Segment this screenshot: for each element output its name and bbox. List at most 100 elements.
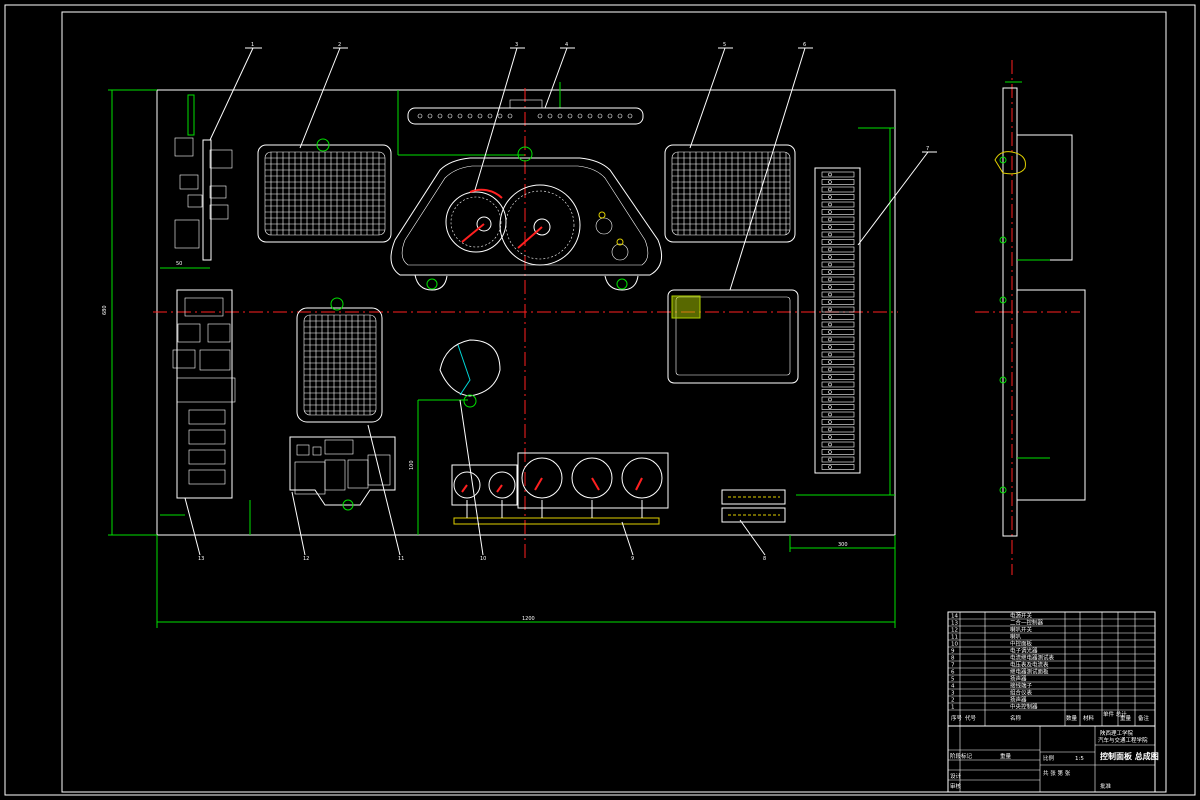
parts-row-name: 中央控制器 <box>1010 703 1038 711</box>
balloon-13: 13 <box>198 556 204 562</box>
balloon-12: 12 <box>303 556 309 562</box>
terminal-slot <box>821 404 855 410</box>
terminal-slot <box>821 179 855 185</box>
terminal-screw <box>828 292 832 297</box>
terminal-slot <box>821 366 855 373</box>
parts-row-name: 电压表及电流表 <box>1010 661 1049 669</box>
parts-row-name: 组合仪表 <box>1010 689 1033 697</box>
header-qty: 数量 <box>1066 714 1078 722</box>
terminal-screw <box>828 307 832 312</box>
terminal-slot <box>821 434 855 440</box>
parts-row-name: 扬声器 <box>1010 696 1027 704</box>
parts-row-name: 接线端子 <box>1010 682 1033 690</box>
stage-label: 阶段标记 <box>950 752 973 760</box>
parts-row-name: 电子调光器 <box>1010 647 1038 655</box>
terminal-slot <box>821 209 855 215</box>
scale-label: 比例 <box>1043 754 1055 762</box>
terminal-slot <box>821 194 855 200</box>
parts-row-name: 喇叭开关 <box>1010 626 1033 634</box>
terminal-slot <box>821 254 855 260</box>
terminal-screw <box>828 240 832 244</box>
balloon-8: 8 <box>763 556 766 562</box>
parts-row-name: 二合一控制器 <box>1010 619 1044 627</box>
design-label: 设计 <box>950 772 962 780</box>
dimmer-grille <box>296 297 383 423</box>
parts-row-no: 10 <box>951 642 958 648</box>
terminal-screw <box>828 397 832 402</box>
terminal-slot <box>821 329 855 335</box>
terminal-slot <box>821 336 855 343</box>
parts-row-no: 11 <box>951 635 958 641</box>
balloon-4: 4 <box>565 42 568 48</box>
dim-right-margin: 300 <box>838 542 848 548</box>
dim-overall-height: 680 <box>102 305 108 315</box>
terminal-screw <box>828 345 832 349</box>
parts-row-name: 中控面板 <box>1010 640 1033 648</box>
drawing-title: 控制面板 总成图 <box>1100 751 1159 761</box>
terminal-slot <box>821 426 855 433</box>
terminal-screw <box>828 330 832 334</box>
terminal-slot <box>821 314 855 320</box>
parts-row-no: 1 <box>951 705 955 711</box>
parts-row-name: 电流继电器测试表 <box>1010 654 1055 662</box>
terminal-slot <box>821 389 855 395</box>
terminal-screw <box>828 285 832 289</box>
terminal-slot <box>821 419 855 425</box>
terminal-screw <box>828 427 832 432</box>
terminal-screw <box>828 195 832 199</box>
terminal-block-small <box>721 489 786 523</box>
terminal-screw <box>828 352 832 357</box>
central-controller <box>174 94 233 261</box>
terminal-slot <box>821 374 855 380</box>
terminal-slot <box>821 216 855 223</box>
center-lines <box>153 60 1080 575</box>
balloon-labels: 1 2 3 4 5 6 7 8 9 10 11 12 13 <box>198 42 929 562</box>
weight-label: 重量 <box>1000 752 1012 760</box>
terminal-slot <box>821 224 855 230</box>
parts-row-no: 4 <box>951 684 955 690</box>
balloon-5: 5 <box>723 42 726 48</box>
terminal-slot <box>821 231 855 238</box>
terminal-screw <box>828 300 832 304</box>
dim-bottom-offset: 100 <box>409 460 415 470</box>
parts-row-name: 喇叭 <box>1010 633 1022 641</box>
terminal-screw <box>828 270 832 274</box>
balloon-1: 1 <box>251 42 254 48</box>
terminal-screw <box>828 180 832 184</box>
parts-row-no: 7 <box>951 663 955 669</box>
parts-row-name: 电源开关 <box>1010 612 1033 620</box>
header-code: 代号 <box>965 714 977 722</box>
scale-value: 1:5 <box>1075 756 1084 762</box>
terminal-slot <box>821 359 855 365</box>
school-line-1: 陕西理工学院 <box>1100 729 1134 737</box>
parts-row-no: 6 <box>951 670 955 676</box>
speaker-left <box>257 138 392 243</box>
approve-label: 批准 <box>1100 782 1112 790</box>
terminal-slot <box>821 299 855 305</box>
terminal-slot <box>821 186 855 193</box>
terminal-screw <box>828 367 832 372</box>
parts-row-name: 扬声器 <box>1010 675 1027 683</box>
parts-row-name: 继电器测试面板 <box>1010 668 1049 676</box>
terminal-screw <box>828 360 832 364</box>
parts-row-no: 12 <box>951 628 958 634</box>
terminal-slot <box>821 246 855 253</box>
terminal-screw <box>828 382 832 387</box>
terminal-screw <box>828 337 832 342</box>
terminal-screw <box>828 247 832 252</box>
terminal-slot <box>821 171 855 178</box>
title-block: 14 电源开关13 二合一控制器12 喇叭开关11 喇叭10 中控面板9 电子调光器8 电流继… <box>947 611 1159 793</box>
terminal-screw <box>828 322 832 327</box>
terminal-screw <box>828 277 832 282</box>
terminal-screw <box>828 172 832 177</box>
center-control-panel <box>289 436 396 511</box>
school-line-2: 汽车与交通工程学院 <box>1098 736 1148 744</box>
parts-row-no: 5 <box>951 677 955 683</box>
header-name: 名称 <box>1010 714 1022 722</box>
terminal-screw <box>828 202 832 207</box>
balloon-2: 2 <box>338 42 341 48</box>
instrument-cluster <box>390 146 663 291</box>
terminal-screw <box>828 465 832 469</box>
parts-row-no: 8 <box>951 656 955 662</box>
balloon-7: 7 <box>926 146 929 152</box>
